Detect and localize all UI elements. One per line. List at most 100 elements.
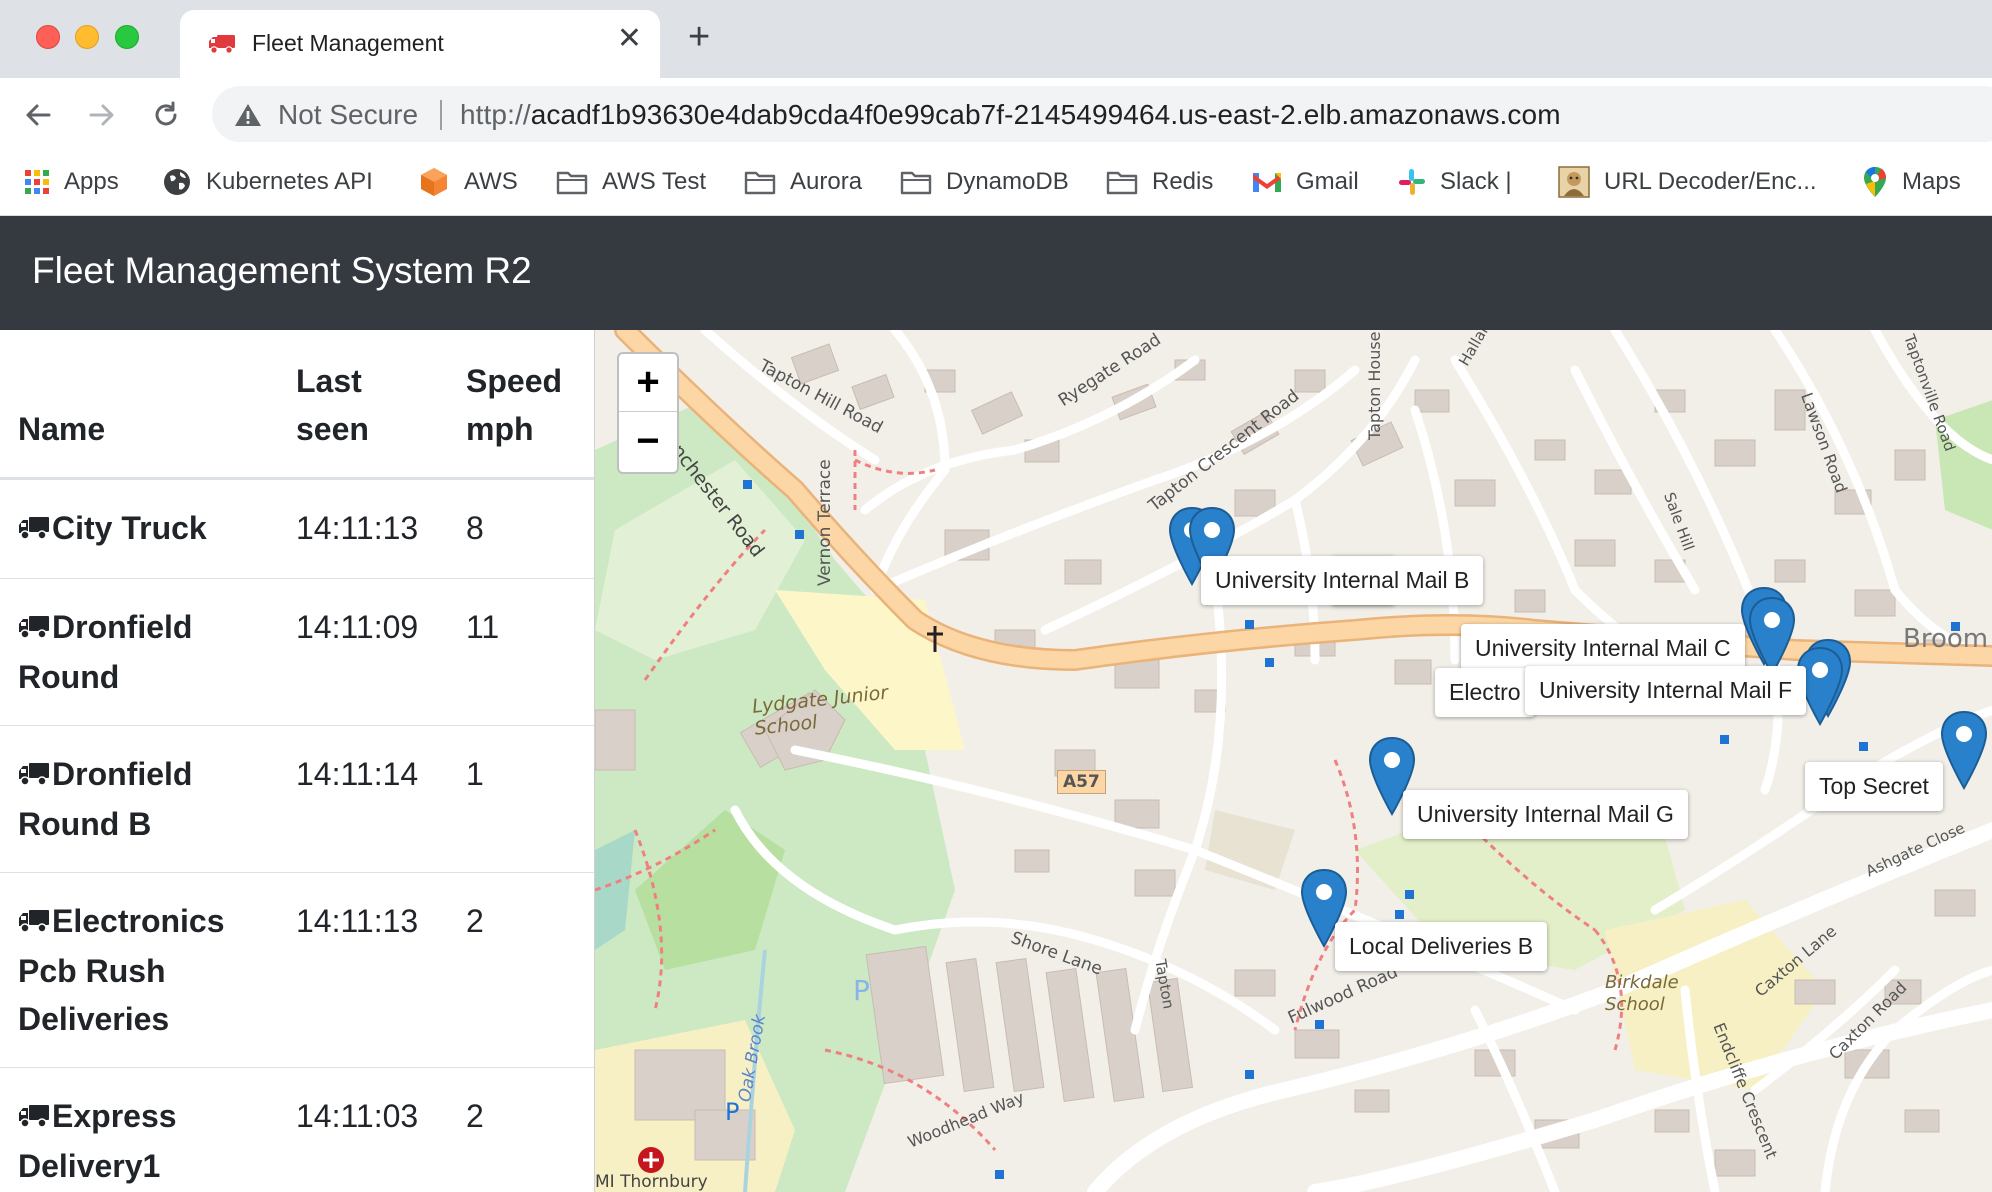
address-bar[interactable]: Not Secure http://acadf1b93630e4dab9cda4… [212,86,1992,142]
truck-icon [18,1094,50,1142]
warning-icon[interactable] [234,102,262,133]
bookmark-label: URL Decoder/Enc... [1604,168,1817,195]
bookmarks-bar: Apps Kubernetes API AWS AWS Test Aurora … [0,150,1992,216]
url-text[interactable]: http://acadf1b93630e4dab9cda4f0e99cab7f-… [460,99,1561,131]
back-arrow-icon [26,104,51,126]
bookmark-apps[interactable]: Apps [24,162,119,202]
road-shield-label: A57 [1057,770,1106,794]
zoom-in-button[interactable]: + [619,354,677,412]
zoom-out-button[interactable]: − [619,412,677,470]
column-header-last-seen: Last seen [278,330,448,480]
bookmark-redis[interactable]: Redis [1106,162,1213,202]
vehicle-name-cell: City Truck [0,478,278,579]
security-label[interactable]: Not Secure [278,99,418,131]
area-label: Broom [1903,624,1989,654]
bookmark-kubernetes-api[interactable]: Kubernetes API [162,162,373,202]
truck-icon [18,605,50,653]
bookmark-label: Kubernetes API [206,168,373,195]
window-minimize-button[interactable] [75,25,99,49]
road-label: Vernon Terrace [815,459,835,586]
folder-icon [744,169,776,195]
table-row[interactable]: Electronics Pcb Rush Deliveries 14:11:13… [0,872,594,1068]
svg-text:P: P [725,1098,739,1126]
marker-tooltip[interactable]: University Internal Mail B [1201,556,1484,605]
bookmark-slack[interactable]: Slack | [1398,162,1512,202]
back-button[interactable] [18,95,58,135]
marker-tooltip[interactable]: University Internal Mail G [1403,790,1688,839]
table-row[interactable]: City Truck 14:11:13 8 [0,478,594,579]
app-navbar: Fleet Management System R2 [0,216,1992,330]
bookmark-label: AWS Test [602,168,707,195]
marker-tooltip[interactable]: Electro [1435,668,1535,717]
new-tab-button[interactable]: + [688,18,710,56]
vehicle-table-panel: Name Last seen Speed mph City Truck 14:1… [0,330,594,1192]
bookmark-label: Aurora [790,168,863,195]
bookmark-gmail[interactable]: Gmail [1252,162,1359,202]
truck-icon [18,506,50,554]
marker-tooltip[interactable]: Local Deliveries B [1335,922,1548,971]
window-close-button[interactable] [36,25,60,49]
zoom-control: + − [617,352,679,474]
map-view[interactable]: P P Manchester Road Tapton Hill Road Rye… [594,330,1992,1192]
aws-cube-icon [418,166,450,198]
table-row[interactable]: Dronfield Round 14:11:09 11 [0,578,594,726]
bookmark-label: Gmail [1296,168,1359,195]
speed-cell: 2 [448,872,594,1068]
browser-toolbar: Not Secure http://acadf1b93630e4dab9cda4… [0,78,1992,150]
speed-cell: 2 [448,1067,594,1192]
last-seen-cell: 14:11:13 [278,872,448,1068]
map-tiles[interactable]: P P [595,330,1992,1192]
bookmark-aws-test[interactable]: AWS Test [556,162,706,202]
bookmark-label: AWS [464,168,518,195]
bookmark-maps[interactable]: Maps [1862,162,1961,202]
gmail-icon [1252,170,1282,194]
road-label: Tapton House Road [1365,330,1384,440]
bookmark-label: Slack | [1440,168,1512,195]
vehicle-name-cell: Dronfield Round [0,578,278,726]
bookmark-dynamodb[interactable]: DynamoDB [900,162,1069,202]
bookmark-aws[interactable]: AWS [418,162,518,202]
apps-grid-icon [24,169,50,195]
last-seen-cell: 14:11:09 [278,578,448,726]
map-marker-pin-icon[interactable] [1939,710,1989,792]
globe-icon [162,167,192,197]
last-seen-cell: 14:11:14 [278,725,448,873]
vehicle-table: Name Last seen Speed mph City Truck 14:1… [0,330,594,1192]
table-row[interactable]: Dronfield Round B 14:11:14 1 [0,725,594,873]
url-host: acadf1b93630e4dab9cda4f0e99cab7f-2145499… [530,99,1561,130]
reload-button[interactable] [146,95,186,135]
bookmark-label: Apps [64,168,119,195]
school-label: Birkdale School [1605,972,1679,1015]
table-header-row: Name Last seen Speed mph [0,330,594,480]
last-seen-cell: 14:11:03 [278,1067,448,1192]
bookmark-url-decoder[interactable]: URL Decoder/Enc... [1558,162,1817,202]
table-row[interactable]: Express Delivery1 14:11:03 2 [0,1067,594,1192]
truck-icon [18,899,50,947]
bookmark-label: Redis [1152,168,1214,195]
truck-favicon-icon [208,32,236,61]
bookmark-aurora[interactable]: Aurora [744,162,862,202]
tab-title: Fleet Management [252,30,444,56]
browser-tab-active[interactable]: Fleet Management ✕ [180,10,660,78]
forward-arrow-icon [89,104,114,126]
speed-cell: 1 [448,725,594,873]
place-label: MI Thornbury [595,1172,708,1192]
folder-icon [1106,169,1138,195]
omnibox-divider [440,100,442,130]
app-title[interactable]: Fleet Management System R2 [32,250,532,292]
marker-tooltip[interactable]: University Internal Mail F [1525,666,1807,715]
vehicle-name-cell: Express Delivery1 [0,1067,278,1192]
last-seen-cell: 14:11:13 [278,478,448,579]
speed-cell: 11 [448,578,594,726]
forward-button[interactable] [82,95,122,135]
tab-close-icon[interactable]: ✕ [617,24,642,54]
speed-cell: 8 [448,478,594,579]
browser-tab-strip: Fleet Management ✕ + [0,0,1992,78]
url-scheme: http:// [460,99,531,130]
folder-icon [556,169,588,195]
slack-icon [1398,168,1426,196]
vehicle-name: City Truck [52,509,207,546]
window-maximize-button[interactable] [115,25,139,49]
marker-tooltip[interactable]: Top Secret [1805,762,1943,811]
bookmark-label: Maps [1902,168,1961,195]
